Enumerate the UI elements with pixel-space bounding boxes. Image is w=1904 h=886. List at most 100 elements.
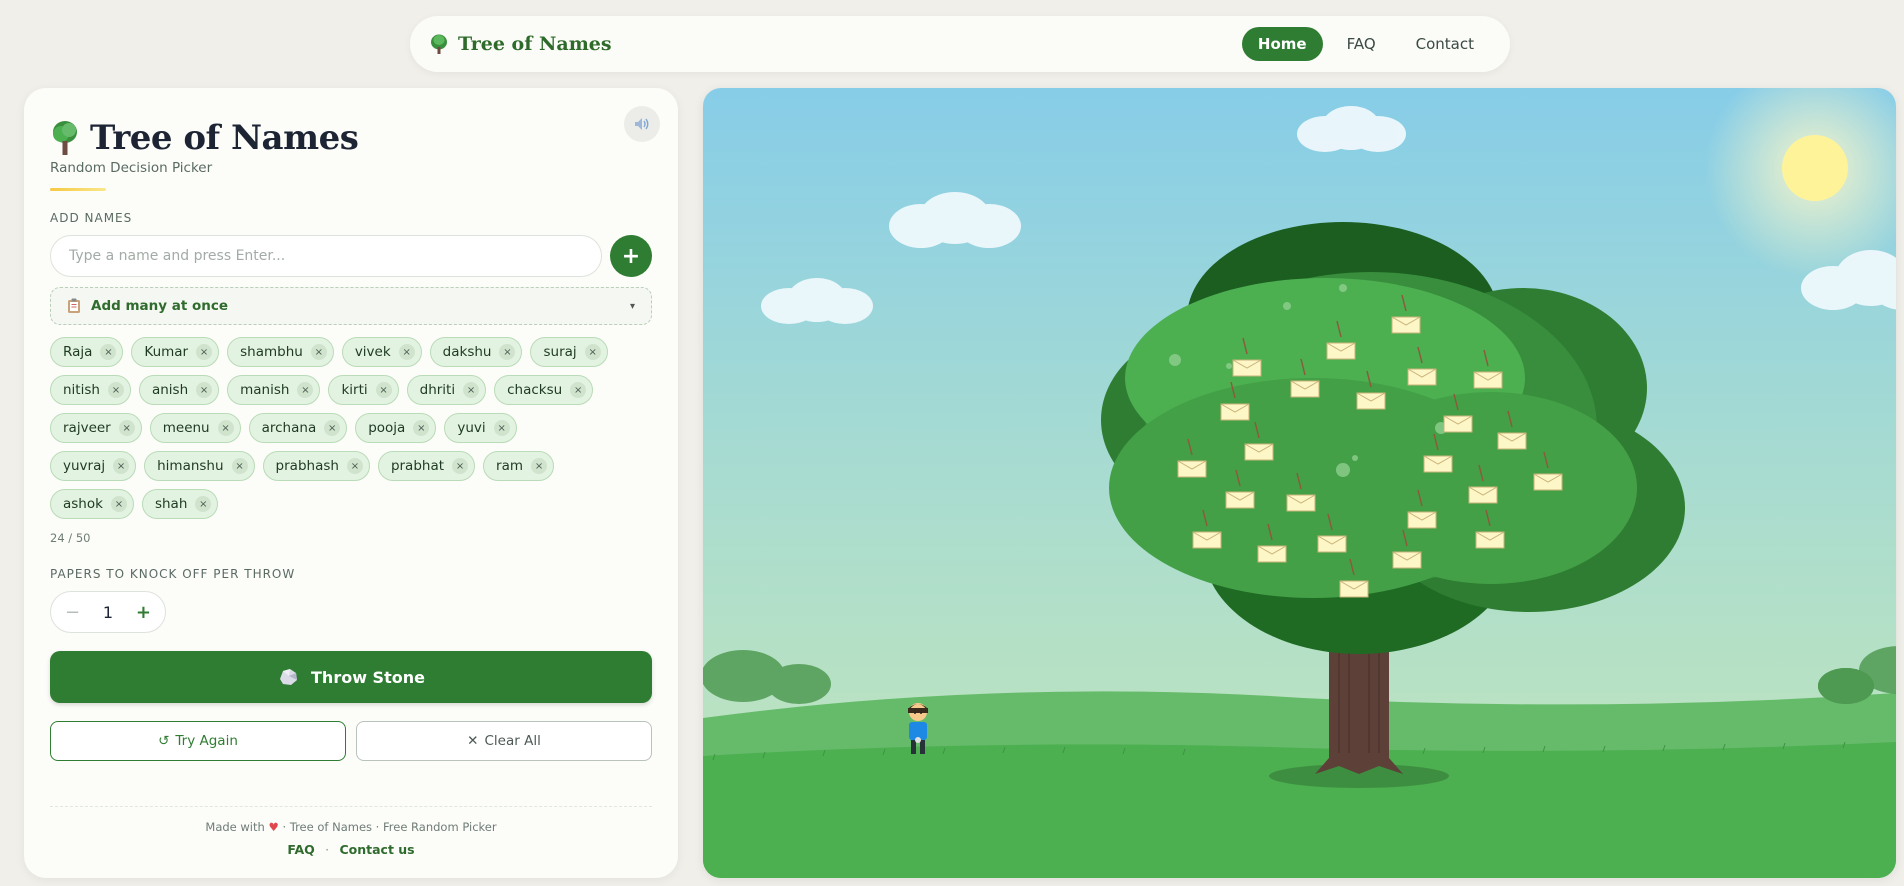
name-chip-label: shambhu [240, 344, 303, 360]
nav-links: Home FAQ Contact [1241, 27, 1490, 61]
name-chip: manish × [227, 375, 321, 405]
name-chip: anish × [138, 375, 220, 405]
name-chip: nitish × [50, 375, 131, 405]
name-chip-label: meenu [162, 420, 210, 436]
name-chip-label: manish [240, 382, 290, 398]
heart-icon: ♥ [268, 820, 279, 834]
name-input[interactable] [50, 235, 602, 277]
name-chip-label: rajveer [63, 420, 111, 436]
name-chip: shambhu × [227, 337, 334, 367]
name-chip-label: anish [151, 382, 189, 398]
name-chip: prabhash × [262, 451, 370, 481]
scene-canvas[interactable] [703, 88, 1896, 878]
footer-divider [50, 806, 652, 807]
remove-name-icon[interactable]: × [195, 496, 212, 512]
name-chip: suraj × [530, 337, 608, 367]
name-chip-label: kirti [341, 382, 368, 398]
add-many-toggle[interactable]: Add many at once ▾ [50, 287, 652, 325]
papers-value: 1 [102, 602, 114, 622]
remove-name-icon[interactable]: × [118, 420, 135, 436]
nav-faq[interactable]: FAQ [1331, 27, 1392, 61]
close-icon: ✕ [467, 733, 479, 749]
name-chip-label: nitish [63, 382, 100, 398]
tree-icon [53, 121, 77, 155]
remove-name-icon[interactable]: × [100, 344, 117, 360]
name-chip-label: dhriti [419, 382, 456, 398]
plus-icon: + [621, 243, 641, 269]
remove-name-icon[interactable]: × [310, 344, 327, 360]
clipboard-icon [68, 298, 80, 313]
name-chip-label: archana [261, 420, 317, 436]
footer-faq-link[interactable]: FAQ [287, 842, 314, 857]
name-chip-label: ashok [63, 496, 103, 512]
name-chip: himanshu × [144, 451, 255, 481]
brand[interactable]: Tree of Names [430, 33, 612, 55]
sound-toggle-button[interactable] [624, 106, 660, 142]
brand-label: Tree of Names [458, 33, 612, 55]
remove-name-icon[interactable]: × [499, 344, 516, 360]
remove-name-icon[interactable]: × [346, 458, 363, 474]
remove-name-icon[interactable]: × [217, 420, 234, 436]
name-chip: shah × [141, 489, 219, 519]
name-chip-label: yuvi [457, 420, 486, 436]
remove-name-icon[interactable]: × [452, 458, 469, 474]
remove-name-icon[interactable]: × [113, 458, 130, 474]
tree-scene[interactable] [703, 88, 1896, 878]
footer-contact-link[interactable]: Contact us [339, 842, 414, 857]
name-chip: ashok × [50, 489, 134, 519]
name-chip-label: chacksu [507, 382, 563, 398]
speaker-icon [635, 118, 649, 130]
sun [1782, 135, 1848, 201]
add-name-button[interactable]: + [610, 235, 652, 277]
remove-name-icon[interactable]: × [110, 496, 127, 512]
name-chip: yuvraj × [50, 451, 137, 481]
add-name-row: + [50, 235, 652, 277]
page-subtitle: Random Decision Picker [50, 160, 213, 176]
remove-name-icon[interactable]: × [531, 458, 548, 474]
nav-home[interactable]: Home [1241, 27, 1323, 61]
title-underline [50, 188, 106, 191]
throw-stone-button[interactable]: Throw Stone [50, 651, 652, 703]
name-chip-label: shah [154, 496, 188, 512]
grass [703, 742, 1896, 878]
name-chip: rajveer × [50, 413, 142, 443]
name-chip: vivek × [341, 337, 422, 367]
chevron-down-icon: ▾ [629, 300, 635, 312]
remove-name-icon[interactable]: × [297, 382, 314, 398]
name-chip-label: ram [496, 458, 524, 474]
name-chip-label: pooja [368, 420, 406, 436]
remove-name-icon[interactable]: × [107, 382, 124, 398]
name-chip: prabhat × [377, 451, 476, 481]
name-chips: Raja × Kumar × shambhu × vivek × dakshu × suraj × ni… [50, 337, 610, 519]
panel-footer: Made with ♥ · Tree of Names · Free Rando… [24, 820, 678, 857]
footer-links: FAQ · Contact us [24, 842, 678, 857]
add-many-label: Add many at once [91, 298, 229, 314]
name-chip: ram × [483, 451, 555, 481]
remove-name-icon[interactable]: × [324, 420, 341, 436]
try-again-button[interactable]: ↺ Try Again [50, 721, 346, 761]
name-chip-label: prabhat [390, 458, 445, 474]
clear-all-button[interactable]: ✕ Clear All [356, 721, 652, 761]
name-chip-label: prabhash [275, 458, 339, 474]
decrement-button[interactable]: − [65, 602, 80, 623]
name-chip: archana × [248, 413, 348, 443]
tree-logo-icon [431, 34, 447, 54]
remove-name-icon[interactable]: × [570, 382, 587, 398]
remove-name-icon[interactable]: × [196, 382, 213, 398]
footer-made: Made with [205, 820, 265, 834]
control-panel: Tree of Names Random Decision Picker ADD… [24, 88, 678, 878]
remove-name-icon[interactable]: × [463, 382, 480, 398]
remove-name-icon[interactable]: × [196, 344, 213, 360]
name-chip: yuvi × [444, 413, 517, 443]
increment-button[interactable]: + [136, 602, 151, 623]
nav-contact[interactable]: Contact [1400, 27, 1490, 61]
throw-stone-label: Throw Stone [311, 667, 425, 687]
remove-name-icon[interactable]: × [375, 382, 392, 398]
name-chip: Kumar × [131, 337, 220, 367]
remove-name-icon[interactable]: × [413, 420, 430, 436]
remove-name-icon[interactable]: × [398, 344, 415, 360]
add-names-label: ADD NAMES [50, 211, 133, 225]
remove-name-icon[interactable]: × [584, 344, 601, 360]
remove-name-icon[interactable]: × [493, 420, 510, 436]
remove-name-icon[interactable]: × [231, 458, 248, 474]
